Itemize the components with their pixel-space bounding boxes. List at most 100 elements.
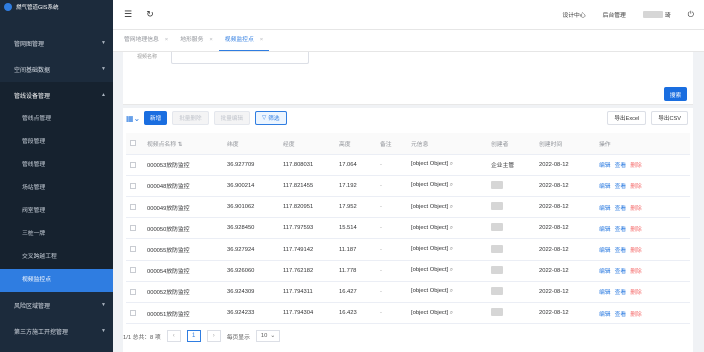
sidebar-item-spatial-data[interactable]: 空间基础数据 ▼	[0, 56, 113, 82]
prev-page-button[interactable]: ‹	[166, 330, 181, 342]
sidebar-subitem[interactable]: 管段管理	[0, 131, 113, 154]
batch-delete-button[interactable]: 批量删除	[172, 111, 209, 125]
search-icon[interactable]: ⌕	[450, 246, 453, 252]
next-page-button[interactable]: ›	[206, 330, 221, 342]
delete-link[interactable]: 删除	[630, 248, 642, 254]
view-link[interactable]: 查看	[615, 248, 627, 254]
sidebar-subitem[interactable]: 三桩一牌	[0, 223, 113, 246]
export-excel-button[interactable]: 导出Excel	[607, 111, 647, 125]
table-panel: ▦⌄ 新增 批量删除 批量编辑 ▽ 筛选 导出Excel 导出CSV 视频点名称 …	[123, 108, 693, 352]
search-button[interactable]: 搜索	[664, 87, 687, 101]
tab-pipe-geo[interactable]: 管网地理信息 ×	[118, 30, 174, 51]
search-icon[interactable]: ⌕	[450, 204, 453, 210]
view-link[interactable]: 查看	[615, 163, 627, 169]
checkbox[interactable]	[130, 203, 136, 210]
admin-link[interactable]: 后台管理	[603, 10, 626, 19]
refresh-icon[interactable]: ↻	[143, 9, 157, 20]
sidebar-item-third-party[interactable]: 第三方施工开挖管理 ▼	[0, 318, 113, 344]
delete-link[interactable]: 删除	[630, 184, 642, 190]
row-select-cell[interactable]	[126, 238, 143, 261]
checkbox[interactable]	[130, 140, 136, 147]
current-page[interactable]: 1	[186, 330, 201, 342]
edit-link[interactable]: 编辑	[599, 163, 611, 169]
edit-link[interactable]: 编辑	[599, 227, 611, 233]
add-button[interactable]: 新增	[144, 111, 168, 125]
close-icon[interactable]: ×	[165, 30, 168, 51]
row-select-cell[interactable]	[126, 175, 143, 198]
delete-link[interactable]: 删除	[630, 269, 642, 275]
tab-video-points[interactable]: 视频监控点 ×	[218, 30, 270, 51]
checkbox[interactable]	[130, 267, 136, 274]
export-csv-button[interactable]: 导出CSV	[651, 111, 688, 125]
delete-link[interactable]: 删除	[630, 206, 642, 212]
edit-link[interactable]: 编辑	[599, 312, 611, 318]
row-select-cell[interactable]	[126, 260, 143, 282]
delete-link[interactable]: 删除	[630, 163, 642, 169]
sidebar-item-pipe-map[interactable]: 管网图管理 ▼	[0, 30, 113, 56]
checkbox[interactable]	[130, 288, 136, 295]
creator-redacted	[491, 244, 503, 253]
actions-cell: 编辑 查看 删除	[595, 217, 690, 240]
checkbox[interactable]	[130, 309, 136, 316]
creator-redacted	[491, 286, 503, 295]
col-name[interactable]: 视频点名称 ⇅	[143, 133, 223, 155]
video-name-input[interactable]	[171, 52, 309, 64]
sidebar-subitem-video-points[interactable]: 视频监控点	[0, 269, 113, 292]
row-select-cell[interactable]	[126, 217, 143, 240]
page-tabs: 管网地理信息 × 地形服务 × 视频监控点 ×	[113, 30, 704, 52]
search-icon[interactable]: ⌕	[450, 161, 453, 167]
close-icon[interactable]: ×	[209, 30, 212, 51]
latitude: 36.927924	[223, 238, 279, 261]
row-select-cell[interactable]	[126, 196, 143, 219]
checkbox[interactable]	[130, 246, 136, 253]
tab-terrain[interactable]: 地形服务 ×	[174, 30, 219, 51]
sidebar-subitem[interactable]: 管线管理	[0, 154, 113, 177]
checkbox[interactable]	[130, 161, 136, 168]
logo-icon	[4, 3, 12, 11]
checkbox[interactable]	[130, 225, 136, 232]
view-link[interactable]: 查看	[615, 269, 627, 275]
page-size-select[interactable]: 10 ⌄	[255, 330, 281, 342]
menu-fold-icon[interactable]: ☰	[121, 9, 135, 20]
edit-link[interactable]: 编辑	[599, 206, 611, 212]
search-icon[interactable]: ⌕	[450, 288, 453, 294]
view-link[interactable]: 查看	[615, 312, 627, 318]
sidebar-item-risk-area[interactable]: 风险区域管理 ▼	[0, 292, 113, 318]
row-select-cell[interactable]	[126, 302, 143, 325]
search-icon[interactable]: ⌕	[450, 310, 453, 316]
view-link[interactable]: 查看	[615, 206, 627, 212]
close-icon[interactable]: ×	[260, 30, 263, 50]
sidebar-subitem[interactable]: 场站管理	[0, 177, 113, 200]
select-all-cell[interactable]	[126, 133, 143, 155]
edit-link[interactable]: 编辑	[599, 184, 611, 190]
view-link[interactable]: 查看	[615, 184, 627, 190]
power-icon[interactable]: ⏻	[688, 10, 694, 20]
edit-link[interactable]: 编辑	[599, 248, 611, 254]
checkbox[interactable]	[130, 182, 136, 189]
meta-cell: [object Object] ⌕	[407, 196, 487, 219]
search-icon[interactable]: ⌕	[450, 182, 453, 188]
view-link[interactable]: 查看	[615, 227, 627, 233]
sidebar-item-pipeline-equipment[interactable]: 管线设备管理 ▲	[0, 82, 113, 108]
batch-edit-button[interactable]: 批量编辑	[213, 111, 250, 125]
edit-link[interactable]: 编辑	[599, 269, 611, 275]
row-select-cell[interactable]	[126, 154, 143, 176]
latitude: 36.926060	[223, 260, 279, 282]
delete-link[interactable]: 删除	[630, 227, 642, 233]
row-select-cell[interactable]	[126, 281, 143, 304]
delete-link[interactable]: 删除	[630, 312, 642, 318]
sort-icon[interactable]: ⇅	[178, 142, 183, 148]
delete-link[interactable]: 删除	[630, 290, 642, 296]
sidebar-subitem[interactable]: 阀室管理	[0, 200, 113, 223]
sidebar-subitem[interactable]: 交叉跨越工程	[0, 246, 113, 269]
note: -	[376, 154, 407, 176]
design-center-link[interactable]: 设计中心	[562, 10, 585, 19]
view-link[interactable]: 查看	[615, 290, 627, 296]
edit-link[interactable]: 编辑	[599, 290, 611, 296]
sidebar-subitem[interactable]: 管线点管理	[0, 108, 113, 131]
search-icon[interactable]: ⌕	[450, 267, 453, 273]
filter-button[interactable]: ▽ 筛选	[254, 111, 287, 125]
search-icon[interactable]: ⌕	[450, 225, 453, 231]
user-menu[interactable]: 琦	[642, 10, 671, 19]
grid-view-icon[interactable]: ▦⌄	[126, 114, 144, 123]
